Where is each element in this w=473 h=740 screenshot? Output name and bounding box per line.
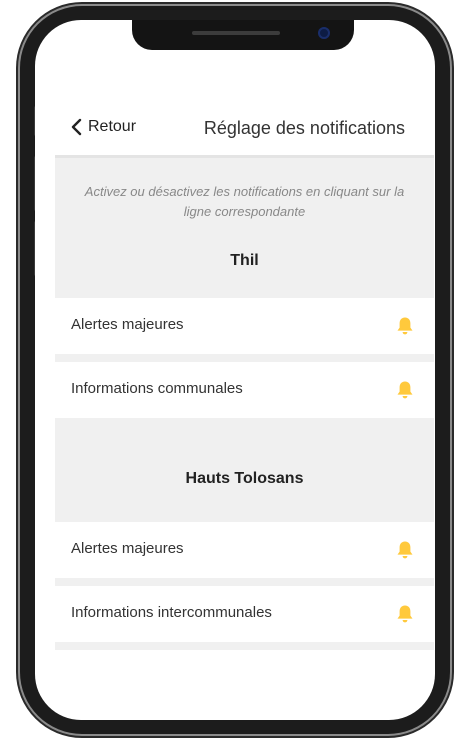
info-section: Activez ou désactivez les notifications … [55,158,434,298]
group-header-hauts-tolosans: Hauts Tolosans [55,426,434,522]
chevron-left-icon [71,118,82,136]
notification-settings-list: Activez ou désactivez les notifications … [55,158,434,650]
bell-icon [397,317,413,335]
bell-icon [397,605,413,623]
speaker [192,31,280,35]
phone-screen: Retour Réglage des notifications Activez… [35,20,435,720]
back-button[interactable]: Retour [70,118,136,136]
group-title-hauts-tolosans: Hauts Tolosans [185,470,304,487]
info-text: Activez ou désactivez les notifications … [84,184,405,219]
notch [132,20,354,50]
notification-row-informations-communales[interactable]: Informations communales [55,362,434,426]
group-title-thil: Thil [230,252,259,269]
bell-icon [397,541,413,559]
camera [318,27,330,39]
page-title: Réglage des notifications [203,118,405,138]
row-label: Alertes majeures [71,316,184,333]
bell-icon [397,381,413,399]
row-label: Informations intercommunales [71,604,272,621]
row-label: Informations communales [71,380,243,397]
back-label: Retour [88,118,137,135]
notification-row-alertes-majeures-hauts-tolosans[interactable]: Alertes majeures [55,522,434,586]
row-label: Alertes majeures [71,540,184,557]
notification-row-alertes-majeures-thil[interactable]: Alertes majeures [55,298,434,362]
header-bar: Retour Réglage des notifications [35,110,435,154]
notification-row-informations-intercommunales[interactable]: Informations intercommunales [55,586,434,650]
